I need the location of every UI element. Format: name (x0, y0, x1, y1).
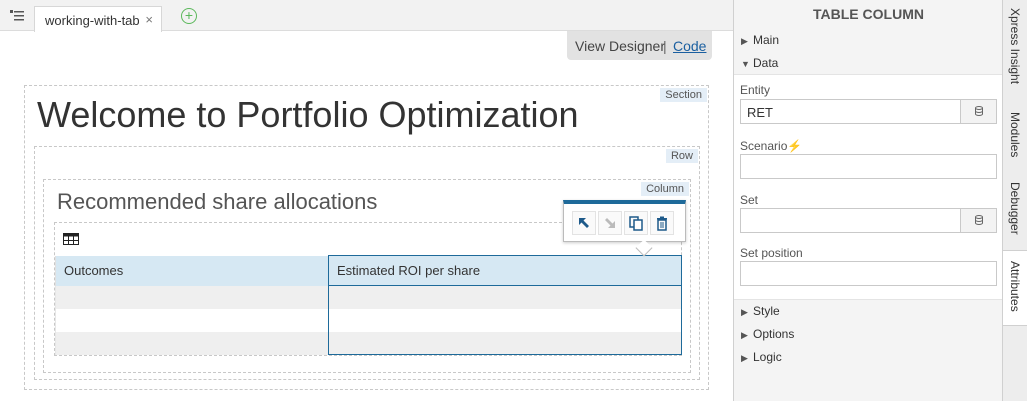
table-cell (328, 285, 682, 309)
column-heading: Recommended share allocations (57, 189, 378, 214)
arrow-down-right-icon (605, 218, 615, 228)
scenario-label: Scenario⚡ (740, 139, 802, 153)
tab-xpress-insight-label: Xpress Insight (1008, 8, 1022, 85)
tab-attributes-label: Attributes (1008, 261, 1022, 312)
document-tab[interactable]: working-with-tab × (34, 6, 162, 32)
accordion-data-label: Data (753, 56, 779, 70)
caret-right-icon: ▶ (741, 36, 748, 46)
row-tag: Row (665, 149, 698, 163)
trash-icon (657, 216, 667, 231)
copy-icon (629, 216, 643, 231)
tab-debugger-label: Debugger (1008, 182, 1022, 235)
accordion-logic[interactable]: ▶ Logic (741, 350, 782, 364)
duplicate-button[interactable] (624, 211, 648, 235)
table-row (55, 331, 682, 355)
column-action-toolbar (563, 200, 686, 257)
arrow-up-left-icon (579, 218, 589, 228)
section-tag: Section (660, 88, 707, 102)
table-row (55, 285, 682, 309)
lightning-icon: ⚡ (787, 139, 803, 153)
table-header-roi[interactable]: Estimated ROI per share (328, 255, 682, 286)
entity-picker-button[interactable] (960, 100, 996, 123)
side-tab-strip: Xpress Insight Modules Debugger Attribut… (1002, 0, 1027, 401)
tab-attributes[interactable]: Attributes (1003, 250, 1027, 326)
caret-right-icon: ▶ (741, 330, 748, 340)
caret-right-icon: ▶ (741, 307, 748, 317)
table-row (55, 308, 682, 332)
set-position-field[interactable] (740, 261, 997, 286)
scenario-label-text: Scenario (740, 139, 788, 153)
attributes-panel: TABLE COLUMN ▶ Main ▼ Data Entity RET Scen… (733, 0, 1003, 401)
document-tab-bar: working-with-tab × + (0, 0, 733, 32)
code-view-link[interactable]: Code (673, 38, 706, 54)
view-separator: | (663, 38, 667, 54)
set-field[interactable] (740, 208, 997, 233)
table-icon (63, 233, 79, 245)
accordion-options-label: Options (753, 327, 795, 341)
accordion-style-label: Style (753, 304, 780, 318)
row-container[interactable]: Row Column Recommended share allocations… (34, 146, 700, 380)
column-tag: Column (641, 182, 689, 196)
entity-label: Entity (740, 83, 771, 97)
delete-button[interactable] (650, 211, 674, 235)
view-designer-label: View Designer (575, 38, 666, 54)
add-tab-icon[interactable]: + (181, 8, 197, 24)
view-toggle: View Designer | Code (567, 31, 712, 60)
table-cell (55, 308, 329, 332)
set-picker-button[interactable] (960, 209, 996, 232)
tab-modules[interactable]: Modules (1003, 100, 1027, 170)
entity-value: RET (747, 105, 773, 120)
accordion-options[interactable]: ▶ Options (741, 327, 794, 341)
table-header-outcomes[interactable]: Outcomes (55, 255, 329, 286)
set-label: Set (740, 193, 759, 207)
scenario-field[interactable] (740, 154, 997, 179)
page-title: Welcome to Portfolio Optimization (37, 94, 579, 135)
accordion-main[interactable]: ▶ Main (741, 33, 779, 47)
tab-debugger[interactable]: Debugger (1003, 170, 1027, 250)
table-component[interactable]: Outcomes Estimated ROI per share (54, 222, 682, 356)
move-right-button[interactable] (598, 211, 622, 235)
project-tree-icon[interactable] (9, 8, 25, 24)
accordion-logic-label: Logic (753, 350, 782, 364)
tab-xpress-insight[interactable]: Xpress Insight (1003, 0, 1027, 100)
table-cell (55, 331, 329, 355)
tab-modules-label: Modules (1008, 112, 1022, 158)
database-icon (975, 106, 983, 116)
accordion-data[interactable]: ▼ Data (741, 56, 778, 70)
set-position-label: Set position (740, 246, 803, 260)
accordion-main-label: Main (753, 33, 780, 47)
close-tab-icon[interactable]: × (145, 12, 153, 27)
table-cell (328, 308, 682, 332)
data-table: Outcomes Estimated ROI per share (55, 255, 682, 355)
entity-field[interactable]: RET (740, 99, 997, 124)
table-cell (328, 331, 682, 355)
move-left-button[interactable] (572, 211, 596, 235)
caret-down-icon: ▼ (741, 59, 750, 69)
caret-right-icon: ▶ (741, 353, 748, 363)
data-section-body: Entity RET Scenario⚡ Set Set position (734, 74, 1003, 300)
table-cell (55, 285, 329, 309)
database-icon (975, 215, 983, 225)
accordion-style[interactable]: ▶ Style (741, 304, 780, 318)
panel-title: TABLE COLUMN (813, 6, 924, 22)
document-tab-label: working-with-tab (45, 13, 139, 28)
